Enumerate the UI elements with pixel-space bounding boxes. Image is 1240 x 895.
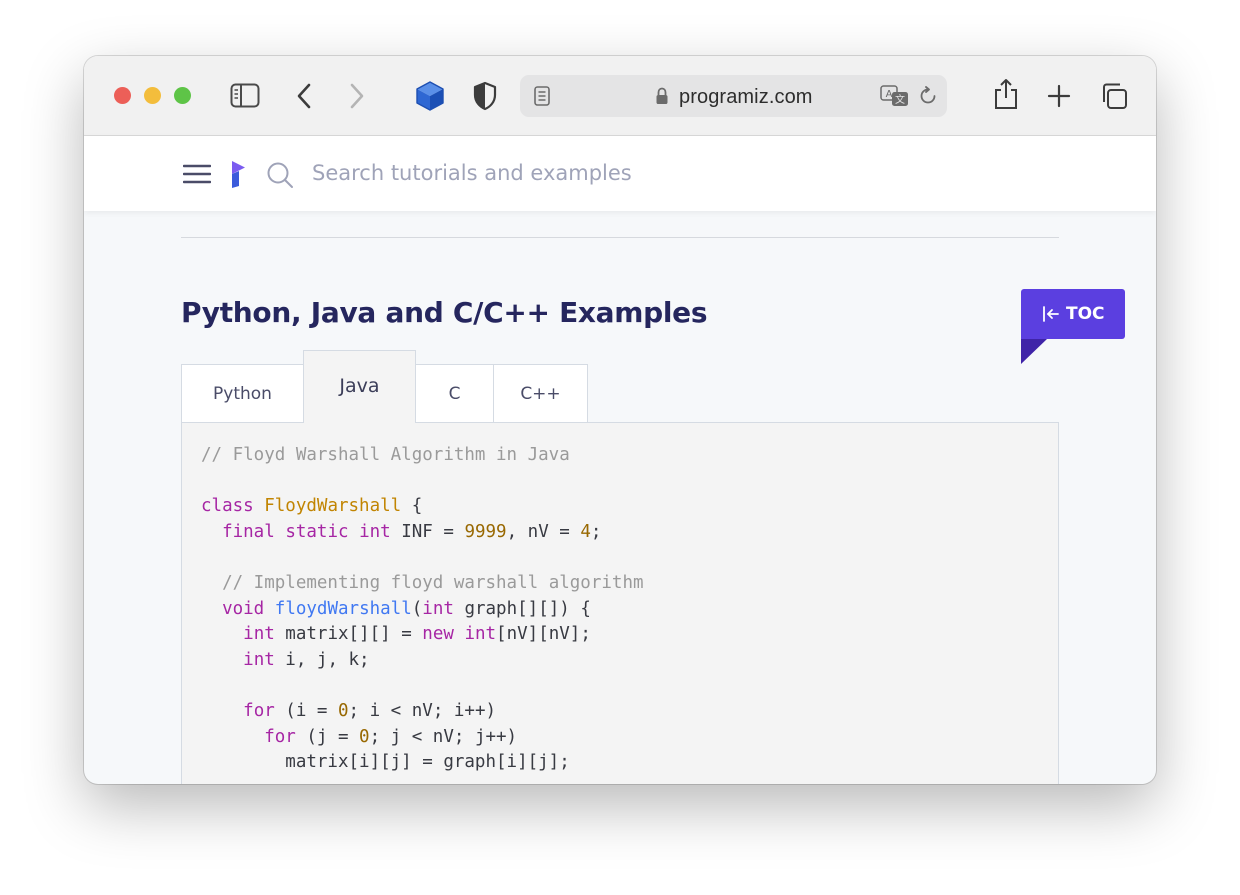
close-window-button[interactable] xyxy=(114,87,131,104)
browser-window: programiz.com A 文 Search tutorials and e… xyxy=(84,56,1156,784)
tab-label: Java xyxy=(339,375,380,397)
search-icon[interactable] xyxy=(266,161,294,189)
extension-cube-icon[interactable] xyxy=(415,80,445,112)
sidebar-icon[interactable] xyxy=(230,83,260,108)
code-line: final static int INF = 9999, nV = 4; xyxy=(222,521,602,542)
tab-label: C xyxy=(448,384,461,404)
code-content: // Floyd Warshall Algorithm in Java​clas… xyxy=(201,443,644,776)
toc-button[interactable]: TOC xyxy=(1021,289,1125,339)
toc-ribbon-fold xyxy=(1021,339,1047,364)
tab-label: Python xyxy=(213,384,272,404)
code-line: int matrix[][] = new int[nV][nV]; xyxy=(243,624,591,645)
section-title: Python, Java and C/C++ Examples xyxy=(181,296,708,329)
forward-icon[interactable] xyxy=(349,83,365,109)
site-header: Search tutorials and examples xyxy=(84,136,1156,211)
translate-icon[interactable]: A 文 xyxy=(880,85,910,107)
minimize-window-button[interactable] xyxy=(144,87,161,104)
code-line: ​ xyxy=(201,673,644,699)
address-bar[interactable]: programiz.com A 文 xyxy=(520,75,947,117)
code-line: class FloydWarshall { xyxy=(201,496,423,517)
code-line: for (j = 0; j < nV; j++) xyxy=(264,726,518,747)
divider xyxy=(181,237,1059,238)
tab-java[interactable]: Java xyxy=(303,350,416,423)
code-line: ​ xyxy=(201,545,644,571)
back-icon[interactable] xyxy=(296,83,312,109)
menu-icon[interactable] xyxy=(183,164,211,184)
svg-text:A: A xyxy=(886,89,893,100)
toc-arrow-icon xyxy=(1043,306,1059,322)
zoom-window-button[interactable] xyxy=(174,87,191,104)
svg-text:文: 文 xyxy=(895,93,905,106)
new-tab-icon[interactable] xyxy=(1047,84,1071,108)
code-line: void floydWarshall(int graph[][]) { xyxy=(222,598,591,619)
code-block[interactable]: // Floyd Warshall Algorithm in Java​clas… xyxy=(181,422,1059,784)
reload-icon[interactable] xyxy=(918,86,938,106)
lock-icon xyxy=(656,87,668,104)
code-line: matrix[i][j] = graph[i][j]; xyxy=(201,752,570,773)
programiz-logo-icon[interactable] xyxy=(230,159,248,189)
toc-label: TOC xyxy=(1066,304,1105,324)
address-domain: programiz.com xyxy=(679,86,813,108)
tab-c[interactable]: C xyxy=(415,364,494,422)
tab-label: C++ xyxy=(520,384,561,404)
browser-toolbar: programiz.com A 文 xyxy=(84,56,1156,136)
code-line: for (i = 0; i < nV; i++) xyxy=(243,700,497,721)
tab-overview-icon[interactable] xyxy=(1100,82,1128,110)
tab-cpp[interactable]: C++ xyxy=(493,364,588,422)
code-line: // Implementing floyd warshall algorithm xyxy=(222,572,644,593)
code-line: ​ xyxy=(201,469,644,495)
reader-icon[interactable] xyxy=(534,86,550,106)
code-line: // Floyd Warshall Algorithm in Java xyxy=(201,445,570,465)
privacy-shield-icon[interactable] xyxy=(473,81,497,111)
code-line: int i, j, k; xyxy=(243,649,370,670)
search-input[interactable]: Search tutorials and examples xyxy=(312,161,632,185)
tab-python[interactable]: Python xyxy=(181,364,304,422)
share-icon[interactable] xyxy=(993,78,1019,110)
